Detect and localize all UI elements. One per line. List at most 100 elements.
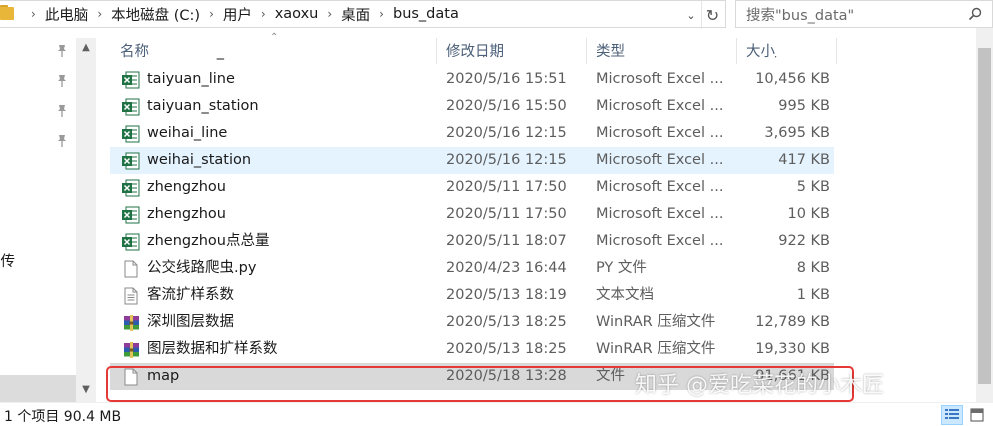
file-date: 2020/5/11 18:07 bbox=[446, 233, 567, 249]
details-view-button[interactable] bbox=[941, 405, 963, 425]
table-row[interactable]: 公交线路爬虫.py 2020/4/23 16:44 PY 文件 8 KB bbox=[110, 255, 834, 282]
chevron-right-icon[interactable]: › bbox=[200, 7, 223, 21]
table-row[interactable]: zhengzhou 2020/5/11 17:50 Microsoft Excel … bbox=[110, 174, 834, 201]
chevron-down-icon[interactable]: ⌄ bbox=[681, 1, 701, 29]
file-date: 2020/5/16 15:50 bbox=[446, 98, 567, 114]
file-name: taiyuan_station bbox=[147, 98, 259, 114]
large-icons-view-button[interactable] bbox=[966, 405, 988, 425]
file-type: Microsoft Excel ... bbox=[596, 233, 724, 249]
excel-icon bbox=[122, 233, 140, 251]
file-size: 5 KB bbox=[796, 179, 830, 195]
table-row[interactable]: 客流扩样系数 2020/5/13 18:19 文本文档 1 KB bbox=[110, 282, 834, 309]
file-size: 922 KB bbox=[778, 233, 830, 249]
scroll-up-icon[interactable]: ▲ bbox=[76, 38, 96, 56]
table-row-partial[interactable]: shenzhen_line 2020/5/12 10:24 Microsoft … bbox=[110, 56, 834, 66]
navigation-pane[interactable]: 上传 ▲ ▼ bbox=[0, 28, 96, 402]
table-row[interactable]: taiyuan_station 2020/5/16 15:50 Microsoft … bbox=[110, 93, 834, 120]
folder-icon bbox=[0, 0, 22, 28]
file-type: PY 文件 bbox=[596, 260, 647, 276]
chevron-right-icon[interactable]: › bbox=[252, 7, 275, 21]
file-size: 417 KB bbox=[778, 152, 830, 168]
excel-icon bbox=[122, 206, 140, 224]
file-date: 2020/5/13 18:25 bbox=[446, 314, 567, 330]
pin-icon[interactable] bbox=[56, 134, 68, 148]
scrollbar-thumb[interactable] bbox=[978, 48, 991, 384]
chevron-right-icon[interactable]: › bbox=[22, 7, 45, 21]
status-bar: 1 个项目 90.4 MB bbox=[0, 402, 993, 426]
file-size: 12,789 KB bbox=[755, 314, 830, 330]
file-size: 3,695 KB bbox=[764, 125, 830, 141]
details-view-icon bbox=[945, 409, 959, 419]
file-name: 深圳图层数据 bbox=[147, 314, 234, 330]
excel-icon bbox=[122, 98, 140, 116]
nav-scrollbar-track[interactable] bbox=[76, 38, 96, 402]
table-row[interactable]: zhengzhou点总量 2020/5/11 18:07 Microsoft Exc… bbox=[110, 228, 834, 255]
chevron-right-icon[interactable]: › bbox=[318, 7, 341, 21]
pin-icon[interactable] bbox=[56, 104, 68, 118]
file-type: Microsoft Excel ... bbox=[596, 125, 724, 141]
file-name: 图层数据和扩样系数 bbox=[147, 341, 278, 357]
table-row[interactable]: weihai_station 2020/5/16 12:15 Microsoft E… bbox=[110, 147, 834, 174]
file-type: WinRAR 压缩文件 bbox=[596, 341, 716, 357]
file-date: 2020/4/23 16:44 bbox=[446, 260, 567, 276]
table-row[interactable]: zhengzhou 2020/5/11 17:50 Microsoft Excel … bbox=[110, 201, 834, 228]
file-name: 客流扩样系数 bbox=[147, 287, 234, 303]
file-date: 2020/5/13 18:25 bbox=[446, 341, 567, 357]
refresh-icon[interactable]: ↻ bbox=[701, 1, 723, 29]
winrar-icon bbox=[124, 315, 139, 331]
breadcrumb-item[interactable]: 桌面 bbox=[341, 4, 370, 25]
file-date: 2020/5/16 12:15 bbox=[446, 125, 567, 141]
address-bar[interactable]: › 此电脑 › 本地磁盘 (C:) › 用户 › xaoxu › 桌面 › bus_data ⌄ ↻ bbox=[0, 0, 726, 29]
file-name: zhengzhou点总量 bbox=[147, 233, 270, 249]
scroll-down-icon[interactable]: ▼ bbox=[76, 380, 96, 398]
file-name: taiyuan_line bbox=[147, 71, 235, 87]
breadcrumb-item[interactable]: 用户 bbox=[223, 4, 252, 25]
search-placeholder: 搜索"bus_data" bbox=[746, 7, 855, 24]
excel-icon bbox=[122, 152, 140, 170]
table-row[interactable]: 深圳图层数据 2020/5/13 18:25 WinRAR 压缩文件 12,789 K… bbox=[110, 309, 834, 336]
file-type: 文本文档 bbox=[596, 287, 654, 303]
file-type: Microsoft Excel ... bbox=[596, 206, 724, 222]
file-type: Microsoft Excel ... bbox=[596, 98, 724, 114]
breadcrumb-item[interactable]: bus_data bbox=[393, 6, 459, 22]
address-row: › 此电脑 › 本地磁盘 (C:) › 用户 › xaoxu › 桌面 › bus_data ⌄ ↻ … bbox=[0, 0, 993, 29]
file-name: zhengzhou bbox=[147, 179, 226, 195]
nav-selected-item[interactable] bbox=[0, 375, 76, 402]
pin-icon[interactable] bbox=[56, 44, 68, 58]
file-size: 995 KB bbox=[778, 98, 830, 114]
table-row[interactable]: taiyuan_line 2020/5/16 15:51 Microsoft Exc… bbox=[110, 66, 834, 93]
column-divider[interactable] bbox=[836, 38, 837, 64]
watermark: 知乎 @爱吃菜花的小木匠 bbox=[635, 373, 884, 398]
selection-status: 1 个项目 90.4 MB bbox=[4, 409, 122, 425]
table-row[interactable]: 图层数据和扩样系数 2020/5/13 18:25 WinRAR 压缩文件 19,33… bbox=[110, 336, 834, 363]
table-row[interactable]: weihai_line 2020/5/16 12:15 Microsoft Exce… bbox=[110, 120, 834, 147]
chevron-right-icon[interactable]: › bbox=[88, 7, 111, 21]
file-size: 10 KB bbox=[787, 206, 830, 222]
file-list[interactable]: ⌃ 名称 修改日期 类型 大小 shenzhen_line 2020/5/12 … bbox=[110, 28, 976, 402]
search-icon[interactable] bbox=[968, 7, 982, 21]
file-name: 公交线路爬虫.py bbox=[147, 260, 257, 276]
breadcrumb: › 此电脑 › 本地磁盘 (C:) › 用户 › xaoxu › 桌面 › bus_data bbox=[22, 0, 459, 28]
breadcrumb-item[interactable]: 本地磁盘 (C:) bbox=[111, 4, 200, 25]
file-date: 2020/5/16 12:15 bbox=[446, 152, 567, 168]
breadcrumb-item[interactable]: 此电脑 bbox=[45, 4, 89, 25]
file-size: 1 KB bbox=[796, 287, 830, 303]
file-list-scrollbar[interactable] bbox=[976, 28, 993, 402]
file-size: 8 KB bbox=[796, 260, 830, 276]
file-size: 10,456 KB bbox=[755, 71, 830, 87]
chevron-right-icon[interactable]: › bbox=[370, 7, 393, 21]
file-name: zhengzhou bbox=[147, 206, 226, 222]
file-name: weihai_station bbox=[147, 152, 252, 168]
excel-icon bbox=[122, 71, 140, 89]
file-date: 2020/5/11 17:50 bbox=[446, 179, 567, 195]
file-type: Microsoft Excel ... bbox=[596, 56, 728, 66]
file-icon bbox=[124, 260, 138, 278]
pin-icon[interactable] bbox=[56, 74, 68, 88]
file-name: weihai_line bbox=[147, 125, 228, 141]
nav-item-label[interactable]: 上传 bbox=[0, 250, 15, 271]
file-type: Microsoft Excel ... bbox=[596, 152, 724, 168]
text-file-icon bbox=[124, 287, 138, 305]
excel-icon bbox=[122, 125, 140, 143]
breadcrumb-item[interactable]: xaoxu bbox=[275, 6, 319, 22]
search-input[interactable]: 搜索"bus_data" bbox=[735, 0, 993, 28]
